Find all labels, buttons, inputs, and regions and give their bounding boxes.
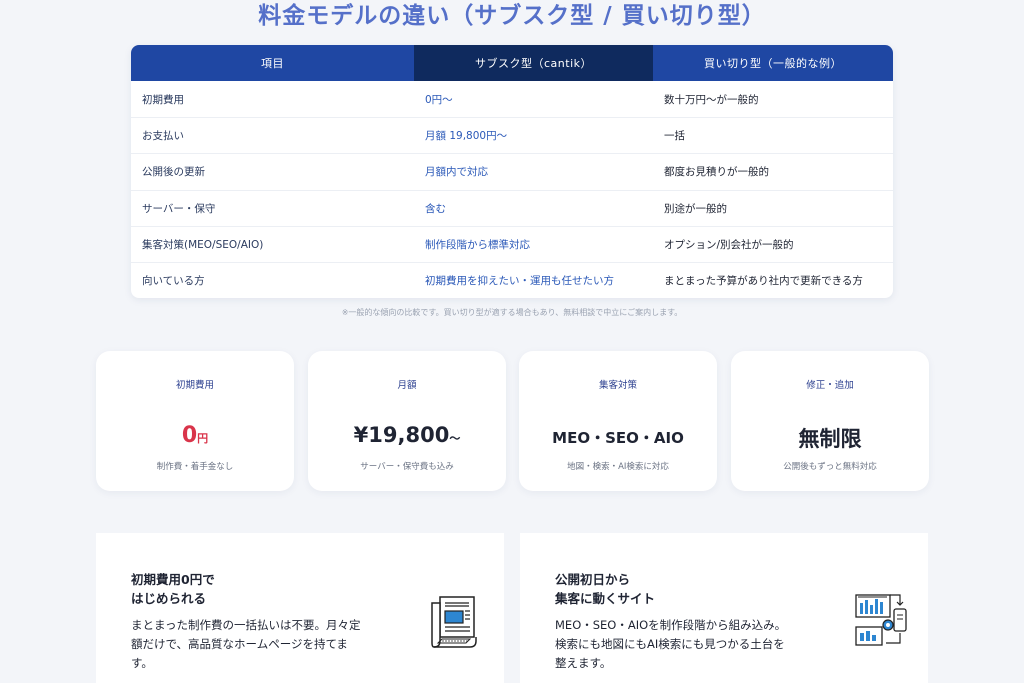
newspaper-icon — [431, 596, 477, 648]
table-row: 向いている方 初期費用を抑えたい・運用も任せたい方 まとまった予算があり社内で更… — [131, 261, 893, 298]
table-footnote: ※一般的な傾向の比較です。買い切り型が適する場合もあり、無料相談で中立にご案内し… — [341, 308, 683, 317]
subscription-value: 制作段階から標準対応 — [425, 238, 530, 251]
stat-label: 集客対策 — [598, 380, 637, 391]
buyout-value: 別途が一般的 — [664, 202, 727, 215]
row-label: 集客対策(MEO/SEO/AIO) — [142, 238, 264, 251]
feature-body: まとまった制作費の一括払いは不要。月々定 額だけで、高品質なホームページを持てま… — [131, 618, 361, 670]
column-header-item: 項目 — [131, 45, 414, 81]
comparison-table: 項目 サブスク型（cantik） 買い切り型（一般的な例） 初期費用 0円〜 数… — [131, 45, 893, 298]
buyout-value: オプション/別会社が一般的 — [664, 238, 794, 251]
feature-card-seo-ready: 公開初日から 集客に動くサイト MEO・SEO・AIOを制作段階から組み込み。 … — [520, 533, 928, 683]
table-row: 公開後の更新 月額内で対応 都度お見積りが一般的 — [131, 153, 893, 189]
stat-value: ¥19,800〜 — [353, 423, 461, 447]
buyout-value: 都度お見積りが一般的 — [664, 166, 769, 179]
feature-heading: 初期費用0円で はじめられる — [131, 572, 215, 606]
table-row: お支払い 月額 19,800円〜 一括 — [131, 117, 893, 153]
stat-card-marketing: 集客対策 MEO・SEO・AIO 地図・検索・AI検索に対応 — [519, 351, 717, 491]
stat-card-monthly: 月額 ¥19,800〜 サーバー・保守費も込み — [308, 351, 506, 491]
subscription-value: 0円〜 — [425, 93, 453, 106]
stat-caption: 制作費・着手金なし — [156, 462, 234, 472]
stat-value: 0円 — [181, 423, 209, 448]
feature-body: MEO・SEO・AIOを制作段階から組み込み。 検索にも地図にもAI検索にも見つ… — [555, 618, 787, 670]
stat-value: MEO・SEO・AIO — [552, 429, 684, 447]
stat-card-revisions: 修正・追加 無制限 公開後もずっと無料対応 — [731, 351, 929, 491]
stat-label: 月額 — [397, 380, 417, 391]
stat-card-initial-cost: 初期費用 0円 制作費・着手金なし — [96, 351, 294, 491]
column-header-subscription: サブスク型（cantik） — [414, 45, 653, 81]
stat-caption: サーバー・保守費も込み — [360, 462, 454, 472]
subscription-value: 月額 19,800円〜 — [425, 130, 508, 143]
table-row: サーバー・保守 含む 別途が一般的 — [131, 189, 893, 226]
stat-label: 修正・追加 — [806, 380, 854, 391]
table-header: 項目 サブスク型（cantik） 買い切り型（一般的な例） — [131, 45, 893, 81]
page-title: 料金モデルの違い（サブスク型 / 買い切り型） — [258, 3, 766, 29]
table-row: 初期費用 0円〜 数十万円〜が一般的 — [131, 81, 893, 117]
feature-card-zero-initial: 初期費用0円で はじめられる まとまった制作費の一括払いは不要。月々定 額だけで… — [96, 533, 504, 683]
feature-heading: 公開初日から 集客に動くサイト — [555, 572, 656, 606]
stat-caption: 公開後もずっと無料対応 — [783, 462, 877, 472]
stat-value: 無制限 — [798, 427, 862, 451]
row-label: サーバー・保守 — [142, 202, 216, 215]
subscription-value: 月額内で対応 — [425, 166, 488, 179]
stat-label: 初期費用 — [175, 380, 214, 391]
column-header-buyout: 買い切り型（一般的な例） — [653, 45, 893, 81]
stat-caption: 地図・検索・AI検索に対応 — [567, 462, 669, 472]
buyout-value: 数十万円〜が一般的 — [664, 93, 759, 106]
subscription-value: 初期費用を抑えたい・運用も任せたい方 — [425, 275, 614, 288]
buyout-value: 一括 — [664, 130, 685, 143]
row-label: 向いている方 — [142, 275, 205, 288]
row-label: お支払い — [142, 130, 184, 143]
subscription-value: 含む — [425, 202, 446, 215]
row-label: 公開後の更新 — [142, 166, 205, 179]
buyout-value: まとまった予算があり社内で更新できる方 — [664, 275, 863, 288]
dashboard-gear-icon — [855, 594, 907, 646]
row-label: 初期費用 — [142, 93, 184, 106]
table-row: 集客対策(MEO/SEO/AIO) 制作段階から標準対応 オプション/別会社が一… — [131, 225, 893, 262]
